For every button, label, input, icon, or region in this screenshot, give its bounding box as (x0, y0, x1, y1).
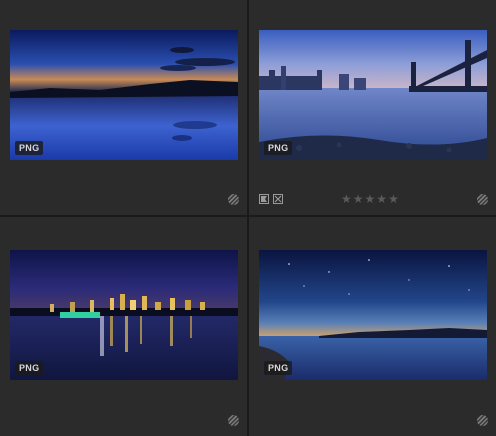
file-type-badge: PNG (15, 361, 44, 375)
star-icon[interactable]: ★ (353, 192, 365, 206)
thumbnail-image[interactable]: PNG (10, 250, 238, 380)
grid-cell-4[interactable]: PNG (249, 217, 496, 436)
rating-row: ★★★★★ (259, 192, 487, 206)
file-type-badge: PNG (15, 141, 44, 155)
grid-divider-vertical (247, 0, 249, 436)
resize-handle-icon[interactable] (477, 415, 488, 426)
starry-coast-image (259, 250, 487, 380)
flag-pick-icon[interactable] (259, 194, 269, 204)
file-type-badge: PNG (264, 361, 293, 375)
grid-divider-horizontal (0, 215, 496, 217)
star-icon[interactable]: ★ (341, 192, 353, 206)
file-type-badge: PNG (264, 141, 293, 155)
star-icon[interactable]: ★ (365, 192, 377, 206)
thumbnail-image[interactable]: PNG (10, 30, 238, 160)
thumbnail-image[interactable]: PNG (259, 250, 487, 380)
resize-handle-icon[interactable] (477, 194, 488, 205)
resize-handle-icon[interactable] (228, 194, 239, 205)
star-rating[interactable]: ★★★★★ (341, 192, 400, 206)
grid-cell-1[interactable]: PNG (0, 0, 247, 215)
night-lake-image (10, 30, 238, 160)
star-icon[interactable]: ★ (388, 192, 400, 206)
city-reflection-image (10, 250, 238, 380)
resize-handle-icon[interactable] (228, 415, 239, 426)
grid-cell-3[interactable]: PNG (0, 217, 247, 436)
star-icon[interactable]: ★ (376, 192, 388, 206)
flag-reject-icon[interactable] (273, 194, 283, 204)
grid-cell-2[interactable]: PNG ★★★★★ (249, 0, 496, 215)
bridge-skyline-image (259, 30, 487, 160)
thumbnail-image[interactable]: PNG (259, 30, 487, 160)
thumbnail-grid: PNG PNG ★★★★★ PNG PNG (0, 0, 496, 436)
